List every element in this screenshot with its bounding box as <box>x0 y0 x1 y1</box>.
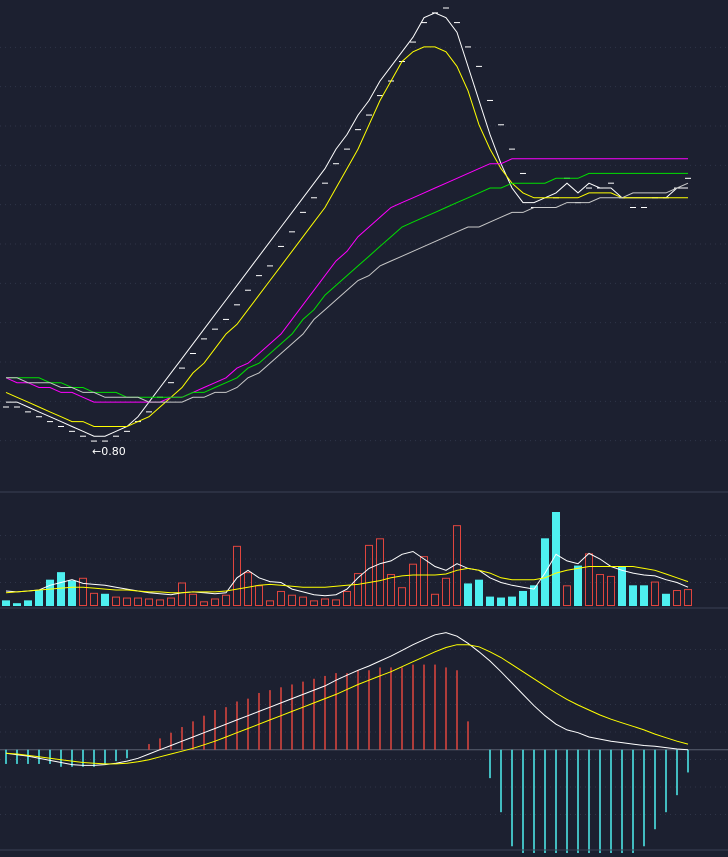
stock-chart: ←0.80 <box>0 0 728 857</box>
volume-bar <box>222 594 230 606</box>
volume-bar <box>277 590 285 607</box>
volume-bar <box>134 597 142 606</box>
volume-bar <box>266 600 274 606</box>
volume-bar <box>211 598 219 606</box>
volume-bar <box>409 563 417 607</box>
volume-bar <box>607 575 615 606</box>
volume-bar <box>299 596 307 606</box>
volume-bar <box>508 596 516 606</box>
volume-bar <box>343 590 351 607</box>
volume-bar <box>563 585 571 607</box>
volume-bar <box>618 566 626 606</box>
volume-bar <box>376 538 384 607</box>
volume-bar <box>387 574 395 606</box>
volume-bar <box>145 598 153 606</box>
volume-bar <box>112 596 120 606</box>
volume-bar <box>585 553 593 606</box>
volume-bar <box>35 590 43 606</box>
volume-bar <box>167 597 175 606</box>
volume-bar <box>90 592 98 607</box>
volume-bar <box>255 585 263 607</box>
volume-bar <box>398 587 406 607</box>
volume-bar <box>178 582 186 606</box>
volume-bar <box>288 594 296 606</box>
volume-bar <box>475 579 483 606</box>
volume-bar <box>640 585 648 606</box>
volume-bar <box>596 574 604 606</box>
volume-bar <box>684 589 692 607</box>
price-series-ma_grey <box>6 182 689 403</box>
volume-bar <box>68 580 76 606</box>
volume-bar <box>101 593 109 606</box>
volume-bar <box>13 603 21 606</box>
volume-bar <box>46 579 54 606</box>
volume-bar <box>497 597 505 606</box>
volume-bar <box>574 565 582 606</box>
price-series-ma_magenta <box>5 158 688 403</box>
volume-bar <box>365 544 373 607</box>
volume-bar <box>321 598 329 606</box>
volume-bar <box>332 599 340 606</box>
volume-bar <box>189 593 197 607</box>
volume-bar <box>310 600 318 606</box>
price-series-ma_green <box>6 172 688 398</box>
price-series-ma_yellow <box>5 46 688 427</box>
volume-bar <box>156 599 164 606</box>
volume-bar <box>57 572 65 606</box>
price-series-price <box>6 12 688 437</box>
volume-bar <box>629 585 637 606</box>
volume-bar <box>420 556 428 606</box>
volume-bar <box>200 601 208 606</box>
volume-bar <box>2 600 10 606</box>
low-price-annotation: ←0.80 <box>92 445 126 458</box>
volume-bar <box>486 596 494 606</box>
volume-bar <box>651 581 659 606</box>
volume-bar <box>244 572 252 606</box>
volume-bar <box>123 597 131 606</box>
volume-bar <box>673 590 681 607</box>
chart-svg: ←0.80 <box>0 7 728 857</box>
volume-bar <box>519 590 527 606</box>
volume-bar <box>662 593 670 606</box>
volume-bar <box>24 600 32 606</box>
volume-bar <box>431 593 439 607</box>
volume-bar <box>464 583 472 606</box>
